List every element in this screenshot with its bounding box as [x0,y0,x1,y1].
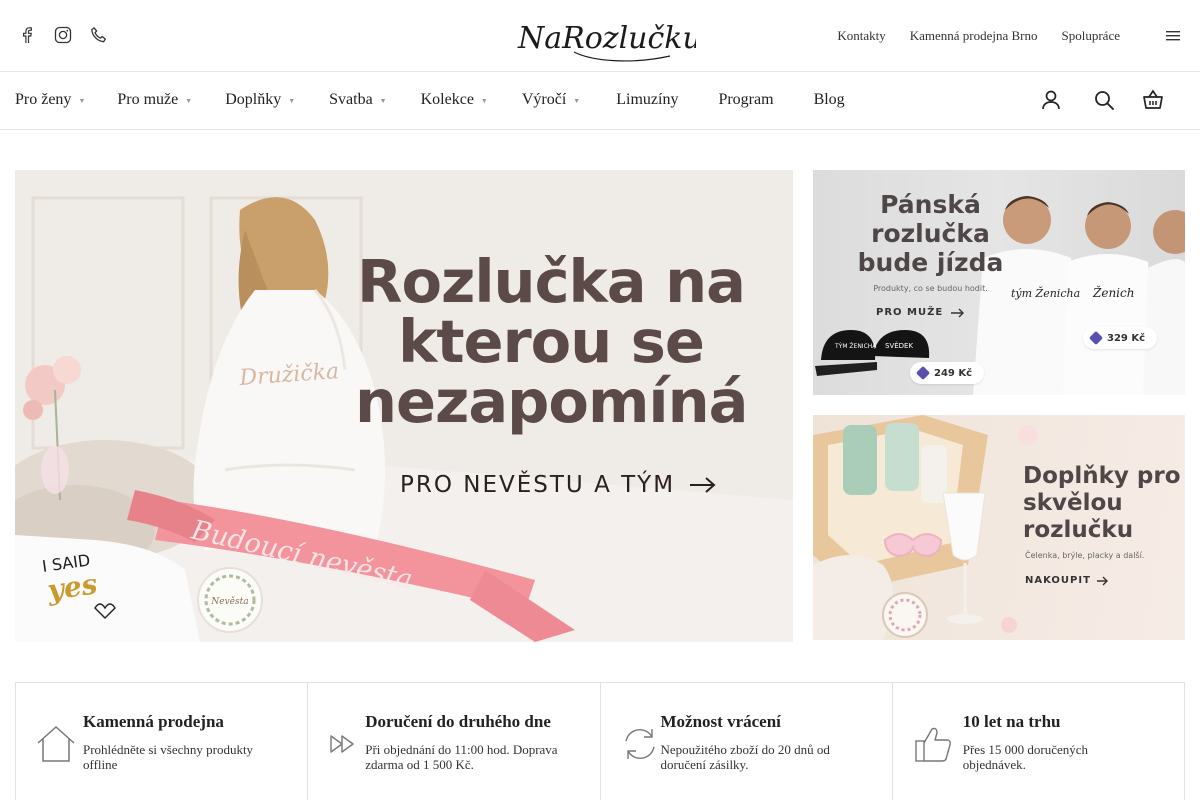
feature-title: Doručení do druhého dne [365,712,551,731]
feature-description: Přes 15 000 doručených objednávek. [962,742,1089,772]
instagram-icon[interactable] [54,26,72,44]
price-tag: 249 Kč [910,362,985,384]
nav-item-svatba[interactable]: Svatba ▼ [329,91,386,109]
price-value: 329 Kč [1107,332,1146,344]
nav-item-label: Doplňky [225,91,282,108]
nav-items: Pro ženy ▼ Pro muže ▼ Doplňky ▼ Svatba ▼ Kol… [15,91,845,109]
social-links [18,26,108,44]
nav-item-label: Limuzíny [616,91,679,108]
house-icon [35,723,77,765]
thumbs-up-icon [912,723,954,765]
nav-item-vyroci[interactable]: Výročí ▼ [522,91,580,109]
nav-item-limuziny[interactable]: Limuzíny [616,91,678,109]
arrow-right-icon [690,477,716,493]
feature-description: Prohlédněte si všechny produkty offline [83,742,254,772]
nav-item-label: Pro muže [117,91,179,108]
refresh-icon [619,723,661,765]
feature-delivery: Doručení do druhého dne Při objednání do… [308,683,601,800]
site-logo[interactable]: NaRozlučku.cz [514,8,744,66]
search-icon[interactable] [1093,89,1115,111]
arrow-right-icon [951,308,965,317]
shirt-script: yes [44,567,99,607]
hero-cta-button[interactable]: PRO NEVĚSTU A TÝM [400,472,717,498]
top-link-cooperation[interactable]: Spolupráce [1062,28,1120,44]
feature-returns: Možnost vrácení Nepoužitého zboží do 20 … [601,683,893,800]
feature-title: Možnost vrácení [660,712,781,731]
main-navigation: Pro ženy ▼ Pro muže ▼ Doplňky ▼ Svatba ▼ Kol… [0,72,1200,130]
chevron-down-icon: ▼ [379,97,387,105]
arrow-right-icon [1096,576,1108,585]
cap-text: SVĚDEK [885,341,913,350]
top-link-store-brno[interactable]: Kamenná prodejna Brno [910,28,1038,44]
banner-men[interactable]: tým Ženicha Ženich TÝM ŽENICHA SVĚDEK Pá… [813,170,1185,395]
feature-title: 10 let na trhu [962,712,1061,731]
shirt-text: tým Ženicha [1011,286,1080,300]
feature-description: Při objednání do 11:00 hod. Doprava zdar… [365,742,558,772]
top-bar: NaRozlučku.cz Kontakty Kamenná prodejna … [0,0,1200,72]
chevron-down-icon: ▼ [573,97,581,105]
nav-item-doplnky[interactable]: Doplňky ▼ [225,91,295,109]
hero-title: Rozlučka na kterou se nezapomíná [355,247,748,436]
feature-years: 10 let na trhu Přes 15 000 doručených ob… [893,683,1184,800]
chevron-down-icon: ▼ [78,97,86,105]
nav-item-label: Svatba [329,91,373,108]
chevron-down-icon: ▼ [288,97,296,105]
hero-cta-label: PRO NEVĚSTU A TÝM [400,472,676,498]
feature-description: Nepoužitého zboží do 20 dnů od doručení … [660,742,830,772]
nav-item-blog[interactable]: Blog [814,91,845,109]
banner-men-cta[interactable]: PRO MUŽE [876,307,965,318]
banner-men-subtitle: Produkty, co se budou hodit. [873,284,988,293]
logo-text: NaRozlučku.cz [517,21,696,56]
chevron-down-icon: ▼ [480,97,488,105]
nav-item-label: Program [718,91,774,108]
banner-men-title: Pánská rozlučka bude jízda [857,190,1004,277]
nav-item-pro-zeny[interactable]: Pro ženy ▼ [15,91,85,109]
tag-icon [915,365,931,381]
top-link-contacts[interactable]: Kontakty [837,28,885,44]
banner-accessories-cta-label: NAKOUPIT [1025,575,1091,586]
nav-item-label: Blog [813,91,845,108]
facebook-icon[interactable] [18,26,36,44]
nav-item-program[interactable]: Program [718,91,773,109]
banner-accessories-cta[interactable]: NAKOUPIT [1025,575,1109,586]
features-bar: Kamenná prodejna Prohlédněte si všechny … [15,682,1185,800]
top-links: Kontakty Kamenná prodejna Brno Spoluprác… [837,28,1120,44]
nav-item-kolekce[interactable]: Kolekce ▼ [421,91,488,109]
basket-icon[interactable] [1142,89,1164,111]
banner-accessories[interactable]: Doplňky pro skvělou rozlučku Čelenka, br… [813,415,1185,640]
fast-forward-icon [328,723,370,765]
nav-item-pro-muze[interactable]: Pro muže ▼ [117,91,192,109]
banner-accessories-title: Doplňky pro skvělou rozlučku [1023,463,1181,543]
nav-item-label: Pro ženy [15,91,72,108]
shirt-text: Ženich [1092,285,1134,300]
hero-banner[interactable]: Družička Budoucí nevěsta I SAID yes Nevě… [15,170,793,642]
user-icon[interactable] [1040,89,1062,111]
hamburger-menu-icon[interactable] [1166,29,1180,41]
nav-item-label: Výročí [521,91,567,108]
price-tag: 329 Kč [1083,327,1158,349]
tag-icon [1088,330,1104,346]
feature-title: Kamenná prodejna [83,712,224,731]
phone-icon[interactable] [90,26,108,44]
banner-accessories-subtitle: Čelenka, brýle, placky a další. [1025,551,1145,560]
price-value: 249 Kč [934,367,973,379]
banner-men-cta-label: PRO MUŽE [876,307,944,318]
nav-item-label: Kolekce [420,91,474,108]
cap-text: TÝM ŽENICHA [834,342,877,350]
chevron-down-icon: ▼ [185,97,193,105]
badge-text: Nevěsta [210,596,248,607]
feature-store: Kamenná prodejna Prohlédněte si všechny … [16,683,309,800]
